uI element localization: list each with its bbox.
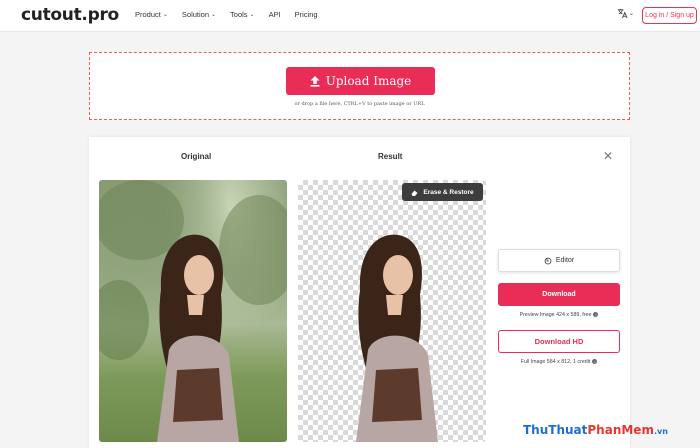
chevron-down-icon: ⌄: [629, 11, 635, 17]
upload-image-button[interactable]: Upload Image: [286, 67, 435, 95]
nav-product[interactable]: Product ⌄: [135, 10, 168, 19]
erase-restore-button[interactable]: Erase & Restore: [402, 183, 483, 201]
nav-pricing-label: Pricing: [294, 10, 318, 19]
nav-api[interactable]: API: [269, 10, 281, 19]
download-hd-button[interactable]: Download HD: [498, 330, 620, 353]
original-image: [99, 180, 287, 442]
logo[interactable]: cutout.pro: [21, 5, 119, 25]
editor-button[interactable]: Editor: [498, 249, 620, 272]
chevron-down-icon: ⌄: [211, 12, 217, 18]
login-signup-button[interactable]: Log in / Sign up: [642, 7, 697, 24]
download-button[interactable]: Download: [498, 283, 620, 306]
preview-info: Preview Image 424 x 589, free i: [498, 312, 620, 318]
nav-tools[interactable]: Tools ⌄: [230, 10, 255, 19]
brush-icon: [544, 257, 552, 264]
nav-tools-label: Tools: [230, 10, 248, 19]
eraser-icon: [411, 190, 418, 196]
editor-label: Editor: [555, 257, 575, 264]
chevron-down-icon: ⌄: [249, 12, 255, 18]
upload-hint: or drop a file here, CTRL+V to paste ima…: [294, 101, 425, 107]
preview-info-text: Preview Image 424 x 589, free: [519, 312, 592, 318]
original-title: Original: [181, 152, 212, 161]
full-info-text: Full Image 584 x 812, 1 credit: [520, 359, 591, 365]
main-nav: Product ⌄ Solution ⌄ Tools ⌄ API Pricing: [135, 10, 332, 19]
nav-solution[interactable]: Solution ⌄: [182, 10, 216, 19]
nav-product-label: Product: [135, 10, 161, 19]
upload-icon: [310, 75, 320, 87]
nav-solution-label: Solution: [181, 10, 209, 19]
watermark-part2: PhanMem: [587, 423, 654, 437]
top-header: cutout.pro Product ⌄ Solution ⌄ Tools ⌄ …: [0, 0, 700, 32]
full-image-info: Full Image 584 x 812, 1 credit i: [498, 359, 620, 365]
info-icon[interactable]: i: [593, 312, 599, 318]
watermark: ThuThuatPhanMem.vn: [523, 423, 668, 437]
nav-pricing[interactable]: Pricing: [295, 10, 318, 19]
result-title: Result: [378, 152, 403, 161]
info-icon[interactable]: i: [592, 359, 598, 365]
watermark-part1: ThuThuat: [523, 423, 588, 437]
result-panel: Original Result ✕ Erase & Restore Editor…: [89, 137, 630, 448]
watermark-part3: .vn: [653, 427, 668, 436]
nav-api-label: API: [268, 10, 281, 19]
close-icon[interactable]: ✕: [603, 149, 613, 163]
upload-dropzone[interactable]: Upload Image or drop a file here, CTRL+V…: [89, 52, 630, 120]
person-photo: [99, 180, 287, 442]
language-selector[interactable]: ⌄: [617, 8, 634, 19]
upload-button-label: Upload Image: [325, 74, 412, 88]
erase-restore-label: Erase & Restore: [423, 188, 474, 196]
result-image: Erase & Restore: [298, 180, 486, 442]
chevron-down-icon: ⌄: [162, 12, 168, 18]
translate-icon: [617, 8, 628, 19]
person-cutout: [356, 234, 438, 442]
